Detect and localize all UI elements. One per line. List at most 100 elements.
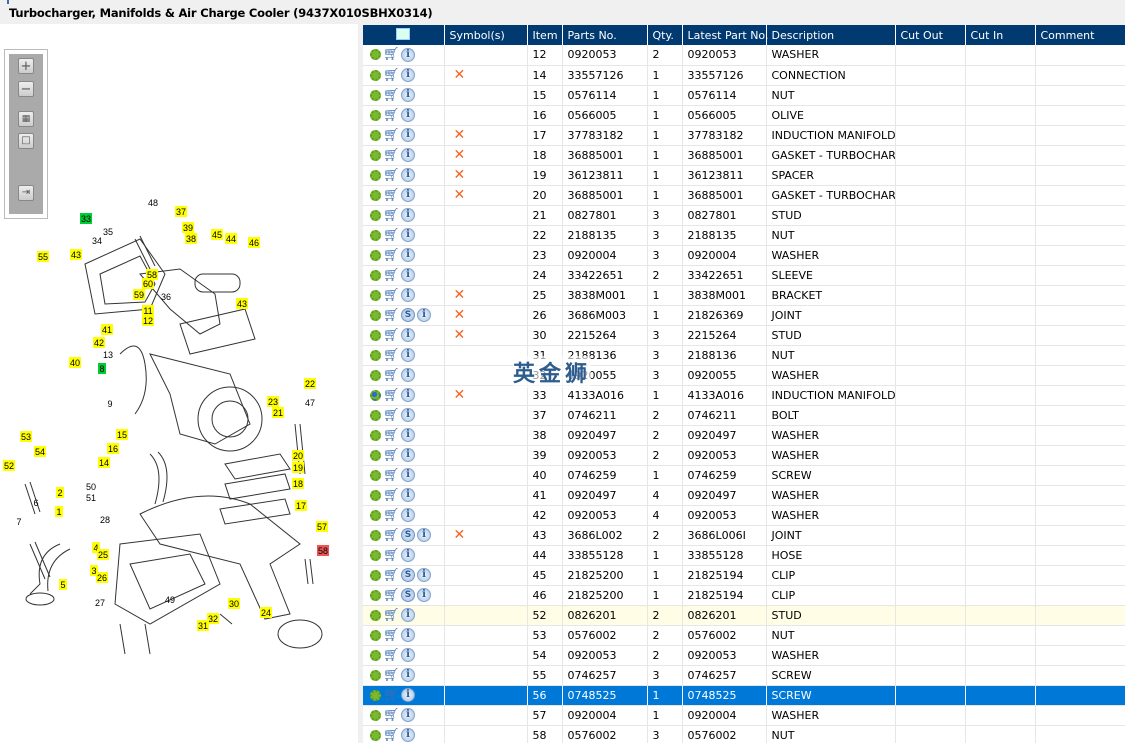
cart-icon[interactable]: 🛒︎ xyxy=(383,589,400,602)
callout-label[interactable]: 30 xyxy=(229,599,239,609)
table-row[interactable]: 🛒︎ i 40 0746259 1 0746259 SCREW xyxy=(363,465,1125,486)
callout-24[interactable]: 24 xyxy=(260,607,272,618)
callout-15[interactable]: 15 xyxy=(116,429,128,440)
callout-label[interactable]: 23 xyxy=(268,397,278,407)
info-icon[interactable]: i xyxy=(401,648,415,662)
cart-icon[interactable]: 🛒︎ xyxy=(383,309,400,322)
gear-icon[interactable] xyxy=(370,689,381,701)
gear-icon[interactable] xyxy=(370,369,381,381)
callout-label[interactable]: 18 xyxy=(293,479,303,489)
callout-2[interactable]: 2 xyxy=(56,487,64,498)
info-icon[interactable]: i xyxy=(401,468,415,482)
info-icon[interactable]: i xyxy=(401,148,415,162)
column-header-parts-no[interactable]: Parts No. xyxy=(562,25,648,45)
gear-icon[interactable] xyxy=(370,249,381,261)
table-row[interactable]: 🛒︎ i 58 0576002 3 0576002 NUT xyxy=(363,725,1125,743)
cart-icon[interactable]: 🛒︎ xyxy=(383,669,400,682)
callout-label[interactable]: 24 xyxy=(261,608,271,618)
cart-icon[interactable]: 🛒︎ xyxy=(383,389,400,402)
table-row[interactable]: 🛒︎ i ✕ 17 37783182 1 37783182 INDUCTION MANIFOL… xyxy=(363,125,1125,146)
cart-icon[interactable]: 🛒︎ xyxy=(383,48,400,61)
column-header-item[interactable]: Item xyxy=(527,25,563,45)
callout-25[interactable]: 25 xyxy=(97,549,109,560)
gear-icon[interactable] xyxy=(370,389,381,401)
column-header-actions[interactable] xyxy=(363,25,445,45)
callout-18[interactable]: 18 xyxy=(292,478,304,489)
table-row[interactable]: 🛒︎ i 31 2188136 3 2188136 NUT xyxy=(363,345,1125,366)
callout-label[interactable]: 47 xyxy=(305,398,315,408)
table-row[interactable]: 🛒︎ i ✕ 19 36123811 1 36123811 SPACER xyxy=(363,165,1125,186)
table-row[interactable]: 🛒︎ Si 45 21825200 1 21825194 CLIP xyxy=(363,565,1125,586)
column-header-comment[interactable]: Comment xyxy=(1035,25,1125,45)
info-icon[interactable]: i xyxy=(401,708,415,722)
table-row[interactable]: 🛒︎ i 16 0566005 1 0566005 OLIVE xyxy=(363,105,1125,126)
callout-51[interactable]: 51 xyxy=(86,493,96,503)
callout-label[interactable]: 55 xyxy=(38,252,48,262)
supersession-icon[interactable]: S xyxy=(401,528,415,542)
cart-icon[interactable]: 🛒︎ xyxy=(383,409,400,422)
callout-label[interactable]: 26 xyxy=(97,573,107,583)
table-row[interactable]: 🛒︎ i 37 0746211 2 0746211 BOLT xyxy=(363,405,1125,426)
gear-icon[interactable] xyxy=(370,289,381,301)
column-header-cut-in[interactable]: Cut In xyxy=(965,25,1036,45)
callout-label[interactable]: 39 xyxy=(183,223,193,233)
callout-37[interactable]: 37 xyxy=(175,206,187,217)
info-icon[interactable]: i xyxy=(401,548,415,562)
cart-icon[interactable]: 🛒︎ xyxy=(383,69,400,82)
cart-icon[interactable]: 🛒︎ xyxy=(383,709,400,722)
table-row[interactable]: 🛒︎ i 15 0576114 1 0576114 NUT xyxy=(363,85,1125,106)
info-icon[interactable]: i xyxy=(401,128,415,142)
callout-label[interactable]: 54 xyxy=(35,447,45,457)
callout-12[interactable]: 12 xyxy=(142,315,154,326)
info-icon[interactable]: i xyxy=(401,428,415,442)
callout-label[interactable]: 2 xyxy=(57,488,62,498)
callout-55[interactable]: 55 xyxy=(37,251,49,262)
callout-label[interactable]: 53 xyxy=(21,432,31,442)
fit-all-button[interactable]: ▦ xyxy=(18,111,34,127)
info-icon[interactable]: i xyxy=(417,308,431,322)
callout-label[interactable]: 28 xyxy=(100,515,110,525)
supersession-icon[interactable]: S xyxy=(401,568,415,582)
info-icon[interactable]: i xyxy=(401,188,415,202)
callout-44[interactable]: 44 xyxy=(225,233,237,244)
callout-label[interactable]: 6 xyxy=(33,498,38,508)
cart-icon[interactable]: 🛒︎ xyxy=(383,489,400,502)
callout-53[interactable]: 53 xyxy=(20,431,32,442)
callout-label[interactable]: 7 xyxy=(16,517,21,527)
callout-36[interactable]: 36 xyxy=(161,292,171,302)
callout-label[interactable]: 22 xyxy=(305,379,315,389)
table-row[interactable]: 🛒︎ i 52 0826201 2 0826201 STUD xyxy=(363,605,1125,626)
info-icon[interactable]: i xyxy=(417,588,431,602)
callout-label[interactable]: 8 xyxy=(99,364,104,374)
gear-icon[interactable] xyxy=(370,669,381,681)
callout-47[interactable]: 47 xyxy=(305,398,315,408)
gear-icon[interactable] xyxy=(370,729,381,741)
column-header-latest-part-no[interactable]: Latest Part No. xyxy=(682,25,768,45)
callout-label[interactable]: 3 xyxy=(91,566,96,576)
table-row[interactable]: 🛒︎ i ✕ 18 36885001 1 36885001 GASKET - TURBOCHA… xyxy=(363,145,1125,166)
gear-icon[interactable] xyxy=(370,549,381,561)
callout-label[interactable]: 12 xyxy=(143,316,153,326)
export-panel-button[interactable]: ⇥ xyxy=(18,185,34,201)
cart-icon[interactable]: 🛒︎ xyxy=(383,189,400,202)
gear-icon[interactable] xyxy=(370,269,381,281)
callout-label[interactable]: 36 xyxy=(161,292,171,302)
info-icon[interactable]: i xyxy=(401,288,415,302)
callout-label[interactable]: 15 xyxy=(117,430,127,440)
callout-label[interactable]: 45 xyxy=(212,230,222,240)
info-icon[interactable]: i xyxy=(401,628,415,642)
callout-label[interactable]: 33 xyxy=(81,214,91,224)
gear-icon[interactable] xyxy=(370,69,381,81)
callout-48[interactable]: 48 xyxy=(148,198,158,208)
table-row[interactable]: 🛒︎ i ✕ 14 33557126 1 33557126 CONNECTION xyxy=(363,65,1125,86)
column-header-description[interactable]: Description xyxy=(766,25,896,45)
gear-icon[interactable] xyxy=(370,209,381,221)
callout-34[interactable]: 34 xyxy=(92,236,102,246)
callout-label[interactable]: 52 xyxy=(4,461,14,471)
gear-icon[interactable] xyxy=(370,489,381,501)
cart-icon[interactable]: 🛒︎ xyxy=(383,449,400,462)
info-icon[interactable]: i xyxy=(401,47,415,62)
cart-icon[interactable]: 🛒︎ xyxy=(383,149,400,162)
info-icon[interactable]: i xyxy=(401,68,415,82)
info-icon[interactable]: i xyxy=(401,448,415,462)
